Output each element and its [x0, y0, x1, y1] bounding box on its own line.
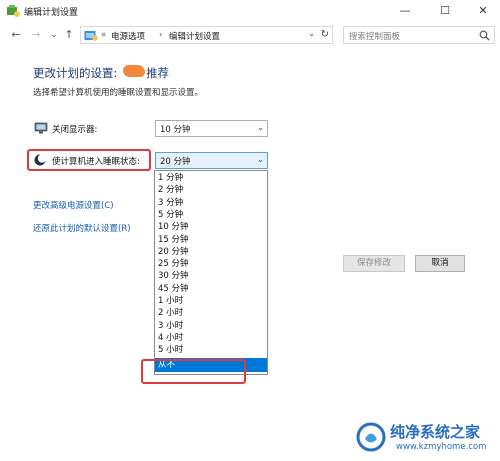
dropdown-option[interactable]: 2 分钟 [155, 184, 267, 196]
watermark-url: www.kzmyhome.com [396, 442, 487, 452]
back-button[interactable]: ← [8, 27, 24, 43]
refresh-button[interactable]: ↻ [321, 29, 329, 40]
search-box[interactable]: 搜索控制面板 [343, 26, 495, 44]
address-history-button[interactable]: ⌄ [308, 29, 315, 38]
page-title: 更改计划的设置: [33, 66, 118, 80]
display-off-value: 10 分钟 [160, 125, 191, 135]
moon-icon [34, 154, 47, 166]
dropdown-option[interactable]: 4 小时 [155, 332, 267, 344]
dropdown-option[interactable]: 45 分钟 [155, 283, 267, 295]
power-options-icon [7, 5, 20, 17]
address-bar[interactable]: « 电源选项 › 编辑计划设置 ⌄ ↻ [80, 26, 333, 44]
dropdown-option[interactable]: 1 小时 [155, 295, 267, 307]
dropdown-option[interactable]: 30 分钟 [155, 270, 267, 282]
window-title: 编辑计划设置 [24, 8, 79, 18]
chevron-down-icon: ⌄ [257, 155, 264, 164]
display-off-label: 关闭显示器: [52, 125, 98, 135]
watermark-text: 纯净系统之家 [390, 423, 481, 441]
dropdown-option[interactable]: 2 小时 [155, 307, 267, 319]
dropdown-option[interactable]: 1 分钟 [155, 172, 267, 184]
page-description: 选择希望计算机使用的睡眠设置和显示设置。 [33, 88, 204, 98]
highlight-box-never-option [141, 359, 246, 384]
dropdown-option[interactable]: 15 分钟 [155, 234, 267, 246]
forward-button[interactable]: → [28, 27, 44, 43]
sleep-dropdown-list: 1 分钟 2 分钟 3 分钟 5 分钟 10 分钟 15 分钟 20 分钟 25… [154, 170, 268, 375]
dropdown-option[interactable]: 3 小时 [155, 320, 267, 332]
navigation-bar: ← → ⌄ ↑ « 电源选项 › 编辑计划设置 ⌄ ↻ 搜索控制面板 [0, 24, 500, 46]
plan-name: 推荐 [146, 66, 169, 80]
redaction-smudge [123, 65, 145, 77]
dropdown-option[interactable]: 20 分钟 [155, 246, 267, 258]
watermark-logo-icon [356, 422, 386, 452]
control-panel-icon [84, 31, 98, 41]
title-bar: 编辑计划设置 — ☐ ✕ [0, 0, 500, 22]
maximize-button[interactable]: ☐ [428, 0, 462, 22]
breadcrumb-separator: › [159, 30, 163, 40]
breadcrumb-item-power-options[interactable]: 电源选项 [111, 30, 145, 42]
dropdown-option[interactable]: 25 分钟 [155, 258, 267, 270]
breadcrumb-item-edit-plan[interactable]: 编辑计划设置 [169, 30, 220, 42]
advanced-power-settings-link[interactable]: 更改高级电源设置(C) [33, 199, 114, 211]
dropdown-option[interactable]: 10 分钟 [155, 221, 267, 233]
restore-defaults-link[interactable]: 还原此计划的默认设置(R) [33, 222, 131, 234]
chevron-down-icon: ⌄ [257, 123, 264, 132]
sleep-select[interactable]: 20 分钟 ⌄ [155, 152, 268, 169]
sleep-value: 20 分钟 [160, 157, 191, 167]
dropdown-option[interactable]: 3 分钟 [155, 197, 267, 209]
minimize-button[interactable]: — [388, 0, 422, 22]
site-watermark: 纯净系统之家 www.kzmyhome.com [356, 420, 496, 458]
cancel-button[interactable]: 取消 [415, 255, 465, 272]
monitor-icon [34, 122, 48, 134]
search-icon [479, 30, 490, 41]
up-button[interactable]: ↑ [61, 27, 77, 43]
sleep-label: 使计算机进入睡眠状态: [52, 157, 140, 167]
dropdown-option[interactable]: 5 小时 [155, 344, 267, 356]
search-placeholder: 搜索控制面板 [349, 32, 401, 42]
breadcrumb-overflow[interactable]: « [101, 30, 106, 40]
display-off-select[interactable]: 10 分钟 ⌄ [155, 120, 268, 137]
dropdown-option[interactable]: 5 分钟 [155, 209, 267, 221]
recent-locations-button[interactable]: ⌄ [46, 27, 62, 43]
close-button[interactable]: ✕ [466, 0, 500, 22]
save-changes-button[interactable]: 保存修改 [343, 255, 405, 272]
